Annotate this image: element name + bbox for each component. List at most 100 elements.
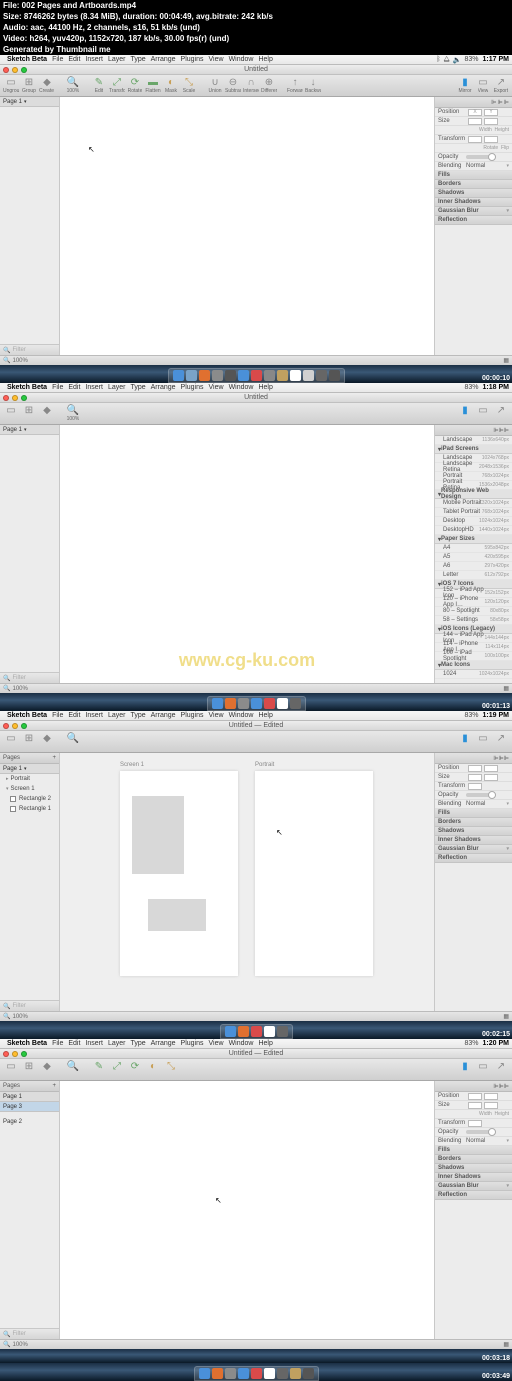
menu-type[interactable]: Type xyxy=(130,712,145,719)
preset-landscape[interactable]: Landscape1136x640px xyxy=(435,436,512,445)
app-name[interactable]: Sketch Beta xyxy=(7,1040,47,1047)
page-tab[interactable]: Page 1 ▾ xyxy=(0,97,59,107)
dock-app[interactable] xyxy=(225,1026,236,1037)
align-icon[interactable]: ⊫ xyxy=(498,99,503,106)
menu-window[interactable]: Window xyxy=(229,1040,254,1047)
tool-export[interactable]: ↗ xyxy=(493,732,509,744)
tool-scale[interactable]: ⤡ xyxy=(163,1060,179,1072)
tool-backward[interactable]: ↓Backward xyxy=(305,76,321,94)
dock-app[interactable] xyxy=(199,370,210,381)
dock-app[interactable] xyxy=(238,698,249,709)
fills-section[interactable]: Fills xyxy=(435,809,512,818)
menu-layer[interactable]: Layer xyxy=(108,712,126,719)
tool-edit[interactable]: ✎ xyxy=(91,1060,107,1072)
grid-toggle-icon[interactable]: ▦ xyxy=(503,1013,509,1020)
dock-app[interactable] xyxy=(277,1026,288,1037)
dock-app[interactable] xyxy=(290,1368,301,1379)
dock-app[interactable] xyxy=(277,1368,288,1379)
borders-section[interactable]: Borders xyxy=(435,818,512,827)
preset-item[interactable]: A6297x420px xyxy=(435,562,512,571)
menu-edit[interactable]: Edit xyxy=(68,384,80,391)
tool-union[interactable]: ∪Union xyxy=(207,76,223,94)
menu-insert[interactable]: Insert xyxy=(85,712,103,719)
layer-filter[interactable]: 🔍Filter xyxy=(0,1000,59,1011)
zoom-icon[interactable]: 🔍 xyxy=(3,357,10,364)
clock[interactable]: 1:20 PM xyxy=(483,1040,509,1047)
menu-insert[interactable]: Insert xyxy=(85,56,103,63)
menu-arrange[interactable]: Arrange xyxy=(151,56,176,63)
app-name[interactable]: Sketch Beta xyxy=(7,384,47,391)
align-icons[interactable]: ⊫⊫⊫ xyxy=(493,755,509,762)
menu-edit[interactable]: Edit xyxy=(68,712,80,719)
preset-item[interactable]: 100 – iPad Spotlight100x100px xyxy=(435,652,512,661)
y-input[interactable]: Y xyxy=(484,109,498,116)
artboard-screen1[interactable]: Screen 1 xyxy=(120,771,238,976)
opacity-slider[interactable] xyxy=(466,1130,496,1134)
blur-section[interactable]: Gaussian Blur▾ xyxy=(435,207,512,216)
dock-app[interactable] xyxy=(212,370,223,381)
canvas[interactable]: www.cg-ku.com xyxy=(60,425,434,683)
preset-cat-responsive[interactable]: ▾ Responsive Web Design xyxy=(435,490,512,499)
layer-filter[interactable]: 🔍 Filter xyxy=(0,344,59,355)
x-input[interactable]: X xyxy=(468,109,482,116)
blending-select[interactable]: Normal xyxy=(466,1138,506,1144)
h-input[interactable] xyxy=(484,774,498,781)
tool-view[interactable]: ▭ xyxy=(475,1060,491,1072)
dock-app[interactable] xyxy=(251,698,262,709)
tool-difference[interactable]: ⊕Difference xyxy=(261,76,277,94)
canvas[interactable]: Screen 1 Portrait ↖ xyxy=(60,753,434,1011)
zoom-value[interactable]: 100% xyxy=(12,686,27,692)
speaker-icon[interactable]: 🔈 xyxy=(453,56,462,64)
menu-view[interactable]: View xyxy=(209,384,224,391)
tool-zoom[interactable]: 🔍 xyxy=(65,732,81,744)
y-input[interactable] xyxy=(484,1093,498,1100)
menu-arrange[interactable]: Arrange xyxy=(151,712,176,719)
tool-rotate[interactable]: ⟳Rotate xyxy=(127,76,143,94)
menu-window[interactable]: Window xyxy=(229,384,254,391)
menu-arrange[interactable]: Arrange xyxy=(151,384,176,391)
preset-item[interactable]: Mobile Portrait320x1024px xyxy=(435,499,512,508)
x-input[interactable] xyxy=(468,1093,482,1100)
dock-app[interactable] xyxy=(277,698,288,709)
borders-section[interactable]: Borders xyxy=(435,1155,512,1164)
w-input[interactable] xyxy=(468,118,482,125)
dock-app[interactable] xyxy=(225,370,236,381)
menu-layer[interactable]: Layer xyxy=(108,384,126,391)
reflection-section[interactable]: Reflection xyxy=(435,1191,512,1200)
tool-export[interactable]: ↗ xyxy=(493,1060,509,1072)
bluetooth-icon[interactable]: ᛒ xyxy=(436,56,440,63)
tool-view[interactable]: ▭View xyxy=(475,76,491,94)
dock-app[interactable] xyxy=(316,370,327,381)
blur-section[interactable]: Gaussian Blur▾ xyxy=(435,1182,512,1191)
tool-flatten[interactable]: ▬Flatten xyxy=(145,76,161,94)
inner-shadows-section[interactable]: Inner Shadows xyxy=(435,1173,512,1182)
dock-app[interactable] xyxy=(290,370,301,381)
tool-mask[interactable]: ◐ xyxy=(145,1060,161,1072)
tool-intersect[interactable]: ∩Intersect xyxy=(243,76,259,94)
shadows-section[interactable]: Shadows xyxy=(435,189,512,198)
dock-app[interactable] xyxy=(199,1368,210,1379)
fills-section[interactable]: Fills xyxy=(435,171,512,180)
checkbox[interactable] xyxy=(10,806,16,812)
app-name[interactable]: Sketch Beta xyxy=(7,56,47,63)
clock[interactable]: 1:19 PM xyxy=(483,712,509,719)
layer-portrait[interactable]: ▸Portrait xyxy=(0,774,59,784)
preset-item[interactable]: 120 – iPhone App I…120x120px xyxy=(435,598,512,607)
preset-item[interactable]: Landscape Retina2048x1536px xyxy=(435,463,512,472)
layer-screen1[interactable]: ▾Screen 1 xyxy=(0,784,59,794)
preset-item[interactable]: DesktopHD1440x1024px xyxy=(435,526,512,535)
flip-input[interactable] xyxy=(484,136,498,143)
tool-subtract[interactable]: ⊖Subtract xyxy=(225,76,241,94)
tool-ungroup[interactable]: ▭ xyxy=(3,404,19,416)
layer-rect1[interactable]: Rectangle 1 xyxy=(0,804,59,814)
tool-symbol[interactable]: ◆ xyxy=(39,732,55,744)
menu-layer[interactable]: Layer xyxy=(108,1040,126,1047)
clock[interactable]: 1:18 PM xyxy=(483,384,509,391)
add-page-icon[interactable]: + xyxy=(52,755,56,761)
tool-mirror[interactable]: ▮ xyxy=(457,732,473,744)
menu-type[interactable]: Type xyxy=(130,1040,145,1047)
reflection-section[interactable]: Reflection xyxy=(435,854,512,863)
menu-edit[interactable]: Edit xyxy=(68,1040,80,1047)
wifi-icon[interactable]: ⧋ xyxy=(444,56,450,64)
fills-section[interactable]: Fills xyxy=(435,1146,512,1155)
